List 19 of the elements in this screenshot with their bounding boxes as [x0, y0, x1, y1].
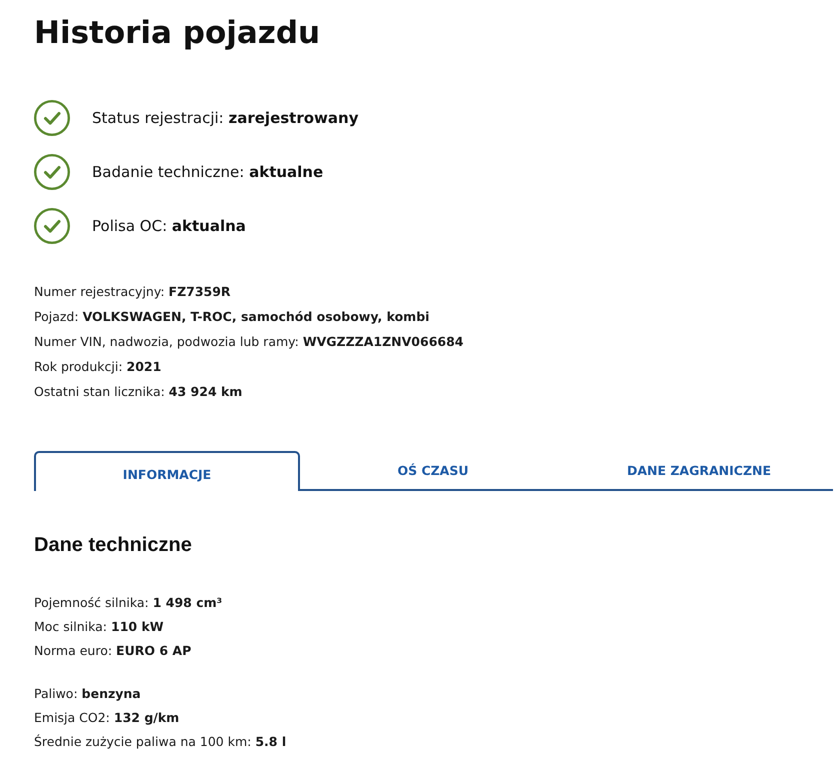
page-title: Historia pojazdu — [34, 14, 320, 53]
tab[interactable]: OŚ CZASU — [300, 451, 566, 489]
spec-text: Emisja CO2: 132 g/km — [34, 709, 180, 727]
spec-text: Moc silnika: 110 kW — [34, 618, 164, 636]
spec-text: Norma euro: EURO 6 AP — [34, 642, 192, 660]
section-heading: Dane techniczne — [34, 533, 192, 557]
status-text: Polisa OC: aktualna — [92, 217, 246, 235]
status-text: Status rejestracji: zarejestrowany — [92, 109, 358, 127]
spec-text: Średnie zużycie paliwa na 100 km: 5.8 l — [34, 733, 286, 751]
tab[interactable]: DANE ZAGRANICZNE — [566, 451, 832, 489]
detail-text: Numer rejestracyjny: FZ7359R — [34, 283, 231, 301]
detail-text: Rok produkcji: 2021 — [34, 358, 162, 376]
tab[interactable]: INFORMACJE — [34, 451, 300, 491]
detail-text: Pojazd: VOLKSWAGEN, T-ROC, samochód osobowy, kombi — [34, 308, 430, 326]
status-text: Badanie techniczne: aktualne — [92, 163, 324, 181]
detail-text: Ostatni stan licznika: 43 924 km — [34, 383, 242, 401]
spec-text: Paliwo: benzyna — [34, 685, 141, 703]
spec-text: Pojemność silnika: 1 498 cm³ — [34, 594, 222, 612]
detail-text: Numer VIN, nadwozia, podwozia lub ramy: WVGZZZA1ZNV066684 — [34, 333, 464, 351]
